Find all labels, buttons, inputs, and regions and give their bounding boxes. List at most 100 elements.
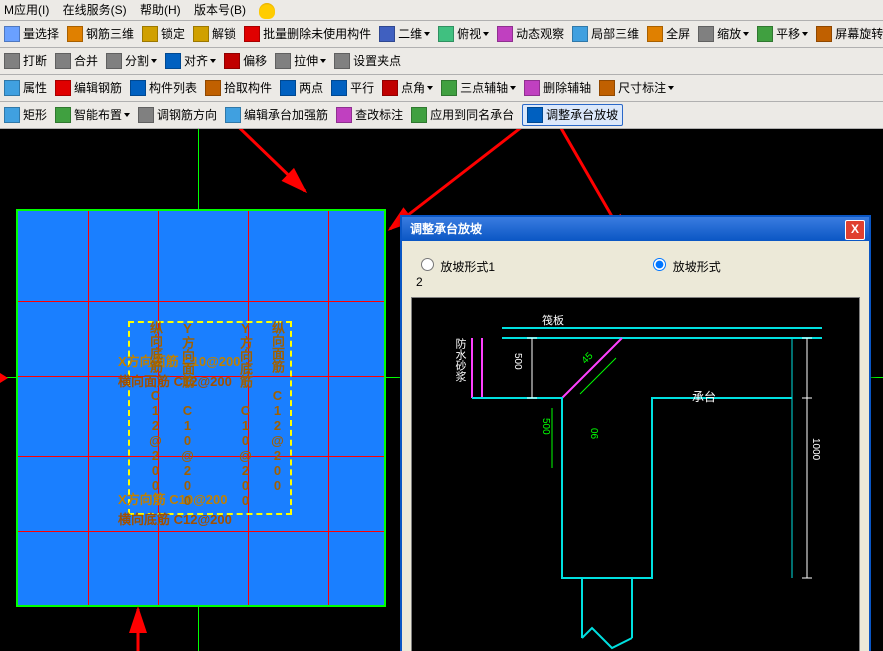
toolbar-btn-label: 属性 [23, 75, 47, 101]
tool-icon [572, 26, 588, 42]
toolbar-btn-属性[interactable]: 属性 [4, 75, 47, 101]
tool-icon [599, 80, 615, 96]
toolbar-btn-偏移[interactable]: 偏移 [224, 48, 267, 74]
radio-input-2[interactable] [653, 258, 666, 271]
toolbar-btn-俯视[interactable]: 俯视 [438, 21, 489, 47]
menu-help[interactable]: 帮助(H) [140, 3, 181, 17]
tool-icon [438, 26, 454, 42]
toolbar-btn-label: 应用到同名承台 [430, 102, 514, 128]
dialog-body: 放坡形式1 放坡形式2 [402, 241, 869, 651]
toolbar-btn-拉伸[interactable]: 拉伸 [275, 48, 326, 74]
toolbar-btn-label: 三点辅轴 [460, 75, 508, 101]
toolbar-btn-分割[interactable]: 分割 [106, 48, 157, 74]
toolbar-btn-对齐[interactable]: 对齐 [165, 48, 216, 74]
toolbar-btn-动态观察[interactable]: 动态观察 [497, 21, 564, 47]
toolbar-btn-缩放[interactable]: 缩放 [698, 21, 749, 47]
toolbar-btn-label: 点角 [401, 75, 425, 101]
toolbar-btn-点角[interactable]: 点角 [382, 75, 433, 101]
toolbar-btn-label: 屏幕旋转 [835, 21, 883, 47]
toolbar-btn-label: 局部三维 [591, 21, 639, 47]
helmet-icon [259, 3, 275, 19]
toolbar-btn-查改标注[interactable]: 查改标注 [336, 102, 403, 128]
dialog-title-text: 调整承台放坡 [410, 222, 482, 236]
toolbar-btn-尺寸标注[interactable]: 尺寸标注 [599, 75, 674, 101]
toolbar-btn-label: 打断 [23, 48, 47, 74]
close-icon[interactable]: X [845, 220, 865, 240]
toolbar-btn-屏幕旋转[interactable]: 屏幕旋转 [816, 21, 883, 47]
toolbar-btn-矩形[interactable]: 矩形 [4, 102, 47, 128]
toolbar-btn-构件列表[interactable]: 构件列表 [130, 75, 197, 101]
tool-icon [441, 80, 457, 96]
tool-icon [816, 26, 832, 42]
toolbar-btn-label: 矩形 [23, 102, 47, 128]
toolbar-btn-智能布置[interactable]: 智能布置 [55, 102, 130, 128]
toolbar-btn-label: 动态观察 [516, 21, 564, 47]
toolbar-btn-label: 拾取构件 [224, 75, 272, 101]
toolbar-btn-局部三维[interactable]: 局部三维 [572, 21, 639, 47]
tool-icon [698, 26, 714, 42]
tool-icon [165, 53, 181, 69]
tool-icon [382, 80, 398, 96]
toolbar-btn-label: 合并 [74, 48, 98, 74]
menu-app[interactable]: M应用(I) [4, 3, 49, 17]
tool-icon [55, 107, 71, 123]
tool-icon [205, 80, 221, 96]
toolbar-btn-设置夹点[interactable]: 设置夹点 [334, 48, 401, 74]
toolbar-btn-锁定[interactable]: 锁定 [142, 21, 185, 47]
selected-pilecap[interactable]: X方向面筋 C10@200 横向面筋 C12@200 X方向筋 C10@200 … [16, 209, 386, 607]
dim-500a: 500 [512, 353, 523, 370]
rebar-label: Y方向底筋 C10@200 [236, 321, 255, 508]
toolbar-btn-应用到同名承台[interactable]: 应用到同名承台 [411, 102, 514, 128]
toolbar-btn-两点[interactable]: 两点 [280, 75, 323, 101]
tool-icon [497, 26, 513, 42]
slope-diagram: 筏板 防水砂浆 承台 500 500 1000 45 90 [411, 297, 860, 651]
slope-form-radios: 放坡形式1 放坡形式2 [410, 249, 861, 297]
toolbar-btn-调钢筋方向[interactable]: 调钢筋方向 [138, 102, 217, 128]
tool-icon [4, 107, 20, 123]
tool-icon [193, 26, 209, 42]
toolbar-btn-打断[interactable]: 打断 [4, 48, 47, 74]
toolbar-btn-label: 尺寸标注 [618, 75, 666, 101]
toolbar-btn-编辑承台加强筋[interactable]: 编辑承台加强筋 [225, 102, 328, 128]
radio-input-1[interactable] [421, 258, 434, 271]
chevron-down-icon [320, 59, 326, 63]
tool-icon [130, 80, 146, 96]
toolbar-btn-量选择[interactable]: 量选择 [4, 21, 59, 47]
tool-icon [336, 107, 352, 123]
toolbar-btn-label: 钢筋三维 [86, 21, 134, 47]
toolbar-btn-label: 调整承台放坡 [546, 105, 618, 125]
drawing-canvas[interactable]: X方向面筋 C10@200 横向面筋 C12@200 X方向筋 C10@200 … [0, 129, 883, 651]
toolbar-4: 矩形智能布置调钢筋方向编辑承台加强筋查改标注 应用到同名承台 调整承台放坡 [0, 102, 883, 129]
toolbar-btn-编辑钢筋[interactable]: 编辑钢筋 [55, 75, 122, 101]
toolbar-btn-三点辅轴[interactable]: 三点辅轴 [441, 75, 516, 101]
tool-icon [55, 80, 71, 96]
toolbar-btn-全屏[interactable]: 全屏 [647, 21, 690, 47]
toolbar-btn-合并[interactable]: 合并 [55, 48, 98, 74]
lbl-raft: 筏板 [542, 312, 564, 328]
menu-online[interactable]: 在线服务(S) [63, 3, 127, 17]
grid-h [18, 301, 384, 302]
rebar-label: 横向面筋 C12@200 [118, 371, 232, 390]
tool-icon [244, 26, 260, 42]
toolbar-btn-平移[interactable]: 平移 [757, 21, 808, 47]
axis-marker-left [0, 373, 8, 383]
menu-version[interactable]: 版本号(B) [194, 3, 246, 17]
toolbar-btn-label: 平移 [776, 21, 800, 47]
tool-icon [527, 107, 543, 123]
toolbar-btn-label: 设置夹点 [353, 48, 401, 74]
toolbar-btn-label: 缩放 [717, 21, 741, 47]
chevron-down-icon [427, 86, 433, 90]
toolbar-btn-钢筋三维[interactable]: 钢筋三维 [67, 21, 134, 47]
toolbar-btn-平行[interactable]: 平行 [331, 75, 374, 101]
radio-label-1: 放坡形式1 [440, 260, 495, 274]
toolbar-btn-拾取构件[interactable]: 拾取构件 [205, 75, 272, 101]
radio-slope-form-1[interactable]: 放坡形式1 [416, 260, 498, 274]
toolbar-btn-批量删除未使用构件[interactable]: 批量删除未使用构件 [244, 21, 371, 47]
toolbar-btn-解锁[interactable]: 解锁 [193, 21, 236, 47]
toolbar-btn-调整承台放坡[interactable]: 调整承台放坡 [522, 104, 623, 126]
toolbar-btn-删除辅轴[interactable]: 删除辅轴 [524, 75, 591, 101]
tool-icon [379, 26, 395, 42]
dialog-titlebar[interactable]: 调整承台放坡 X [402, 217, 869, 241]
chevron-down-icon [210, 59, 216, 63]
toolbar-btn-二维[interactable]: 二维 [379, 21, 430, 47]
